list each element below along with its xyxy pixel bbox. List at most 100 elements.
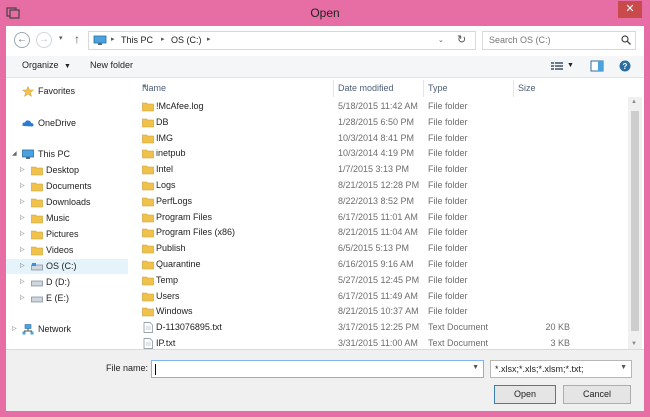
table-row[interactable]: !McAfee.log 5/18/2015 11:42 AM File folder bbox=[128, 99, 625, 115]
nav-item-documents[interactable]: ▷ Documents bbox=[6, 179, 128, 194]
new-folder-button[interactable]: New folder bbox=[90, 60, 133, 70]
preview-pane-icon[interactable] bbox=[590, 60, 604, 72]
table-row[interactable]: DB 1/28/2015 6:50 PM File folder bbox=[128, 115, 625, 131]
file-type-value: *.xlsx;*.xls;*.xlsm;*.txt; bbox=[495, 364, 584, 374]
nav-label: Downloads bbox=[46, 197, 91, 207]
cell-name: Users bbox=[156, 290, 180, 301]
search-input[interactable]: Search OS (C:) bbox=[489, 35, 551, 45]
expand-arrow-icon[interactable]: ▷ bbox=[20, 278, 25, 285]
table-row[interactable]: Windows 8/21/2015 10:37 AM File folder bbox=[128, 304, 625, 320]
nav-item-desktop[interactable]: ▷ Desktop bbox=[6, 163, 128, 178]
back-button[interactable]: ← bbox=[14, 32, 30, 48]
expand-arrow-icon[interactable]: ▷ bbox=[20, 198, 25, 205]
close-button[interactable]: ✕ bbox=[618, 1, 642, 18]
column-header-date-modified[interactable]: Date modified bbox=[334, 80, 424, 97]
up-button[interactable]: ↑ bbox=[74, 32, 80, 46]
chevron-down-icon[interactable]: ▼ bbox=[472, 364, 479, 371]
cell-date: 3/31/2015 11:00 AM bbox=[338, 338, 418, 348]
help-icon[interactable]: ? bbox=[618, 60, 632, 72]
column-header-name[interactable]: Name ▲ bbox=[138, 80, 334, 97]
cell-date: 6/5/2015 5:13 PM bbox=[338, 243, 410, 254]
nav-item-onedrive[interactable]: OneDrive bbox=[6, 116, 128, 131]
chevron-down-icon[interactable]: ▼ bbox=[620, 364, 627, 371]
vertical-scrollbar[interactable]: ▲ ▼ bbox=[628, 97, 642, 349]
chevron-down-icon[interactable]: ⌄ bbox=[438, 36, 444, 44]
network-icon bbox=[22, 324, 34, 335]
folder-icon bbox=[142, 150, 154, 159]
nav-label: Pictures bbox=[46, 229, 79, 239]
nav-item-videos[interactable]: ▷ Videos bbox=[6, 243, 128, 258]
svg-text:?: ? bbox=[623, 62, 628, 71]
column-header-type[interactable]: Type bbox=[424, 80, 514, 97]
cell-type: Text Document bbox=[428, 322, 489, 333]
cell-type: File folder bbox=[428, 164, 468, 175]
nav-item-network[interactable]: ▷ Network bbox=[6, 322, 128, 337]
forward-button[interactable]: → bbox=[36, 32, 52, 48]
expand-arrow-icon[interactable]: ▷ bbox=[20, 230, 25, 237]
expand-arrow-icon[interactable]: ▷ bbox=[20, 182, 25, 189]
table-row[interactable]: Publish 6/5/2015 5:13 PM File folder bbox=[128, 241, 625, 257]
recent-locations-button[interactable]: ▾ bbox=[59, 34, 63, 42]
nav-item-favorites[interactable]: Favorites bbox=[6, 84, 128, 99]
open-button[interactable]: Open bbox=[494, 385, 556, 404]
organize-button[interactable]: Organize ▼ bbox=[22, 60, 71, 70]
nav-item-os-c[interactable]: ▷ OS (C:) bbox=[6, 259, 128, 274]
folder-icon bbox=[142, 276, 154, 286]
table-row[interactable]: Program Files 6/17/2015 11:01 AM File fold… bbox=[128, 210, 625, 226]
collapse-arrow-icon[interactable]: ◢ bbox=[12, 150, 17, 157]
table-row[interactable]: IMG 10/3/2014 8:41 PM File folder bbox=[128, 131, 625, 147]
nav-item-d-drive[interactable]: ▷ D (D:) bbox=[6, 275, 128, 290]
expand-arrow-icon[interactable]: ▷ bbox=[20, 246, 25, 253]
nav-item-e-drive[interactable]: ▷ E (E:) bbox=[6, 291, 128, 306]
expand-arrow-icon[interactable]: ▷ bbox=[12, 325, 17, 332]
table-row[interactable]: D-113076895.txt 3/17/2015 12:25 PM Text Do… bbox=[128, 320, 625, 336]
scroll-up-icon[interactable]: ▲ bbox=[631, 99, 637, 105]
breadcrumb-this-pc[interactable]: This PC bbox=[121, 35, 153, 45]
breadcrumb-os-c[interactable]: OS (C:) bbox=[171, 35, 202, 45]
expand-arrow-icon[interactable]: ▷ bbox=[20, 262, 25, 269]
file-type-filter[interactable]: *.xlsx;*.xls;*.xlsm;*.txt; ▼ bbox=[490, 360, 632, 378]
table-row[interactable]: Users 6/17/2015 11:49 AM File folder bbox=[128, 289, 625, 305]
drive-icon bbox=[31, 280, 43, 287]
table-row[interactable]: Logs 8/21/2015 12:28 PM File folder bbox=[128, 178, 625, 194]
column-header-size[interactable]: Size bbox=[514, 80, 584, 97]
refresh-icon[interactable]: ↻ bbox=[457, 33, 466, 46]
nav-item-pictures[interactable]: ▷ Pictures bbox=[6, 227, 128, 242]
folder-icon bbox=[31, 214, 43, 224]
expand-arrow-icon[interactable]: ▷ bbox=[20, 166, 25, 173]
folder-icon bbox=[31, 198, 43, 208]
drive-icon bbox=[31, 296, 43, 303]
navigation-bar: ← → ▾ ↑ ▸ This PC ▸ OS (C:) ▸ ⌄ ↻ Search… bbox=[6, 26, 644, 56]
folder-icon bbox=[142, 244, 154, 254]
scrollbar-thumb[interactable] bbox=[631, 111, 639, 331]
nav-item-this-pc[interactable]: ◢ This PC bbox=[6, 147, 128, 162]
star-icon bbox=[22, 86, 34, 97]
cancel-button[interactable]: Cancel bbox=[563, 385, 631, 404]
scroll-down-icon[interactable]: ▼ bbox=[631, 341, 637, 347]
cell-date: 5/18/2015 11:42 AM bbox=[338, 101, 418, 111]
table-row[interactable]: Intel 1/7/2015 3:13 PM File folder bbox=[128, 162, 625, 178]
view-options-icon[interactable] bbox=[550, 60, 564, 72]
nav-item-music[interactable]: ▷ Music bbox=[6, 211, 128, 226]
cell-name: D-113076895.txt bbox=[156, 322, 222, 333]
table-row[interactable]: Program Files (x86) 8/21/2015 11:04 AM Fil… bbox=[128, 225, 625, 241]
title-bar[interactable]: Open ✕ bbox=[0, 0, 650, 26]
file-name-input[interactable]: ▼ bbox=[151, 360, 484, 378]
cell-date: 6/17/2015 11:49 AM bbox=[338, 290, 418, 301]
table-row[interactable]: inetpub 10/3/2014 4:19 PM File folder bbox=[128, 146, 625, 162]
view-dropdown-icon[interactable]: ▼ bbox=[567, 62, 574, 69]
nav-item-downloads[interactable]: ▷ Downloads bbox=[6, 195, 128, 210]
column-label: Size bbox=[518, 83, 536, 93]
address-bar[interactable]: ▸ This PC ▸ OS (C:) ▸ ⌄ ↻ bbox=[88, 31, 476, 50]
cell-date: 1/7/2015 3:13 PM bbox=[338, 164, 410, 175]
expand-arrow-icon[interactable]: ▷ bbox=[20, 214, 25, 221]
search-box[interactable]: Search OS (C:) bbox=[482, 31, 636, 50]
table-row[interactable]: Quarantine 6/16/2015 9:16 AM File folder bbox=[128, 257, 625, 273]
expand-arrow-icon[interactable]: ▷ bbox=[20, 294, 25, 301]
cell-type: File folder bbox=[428, 116, 468, 127]
cell-date: 5/27/2015 12:45 PM bbox=[338, 274, 420, 285]
computer-icon bbox=[22, 149, 34, 159]
table-row[interactable]: Temp 5/27/2015 12:45 PM File folder bbox=[128, 273, 625, 289]
table-row[interactable]: PerfLogs 8/22/2013 8:52 PM File folder bbox=[128, 194, 625, 210]
nav-label: Videos bbox=[46, 245, 74, 255]
